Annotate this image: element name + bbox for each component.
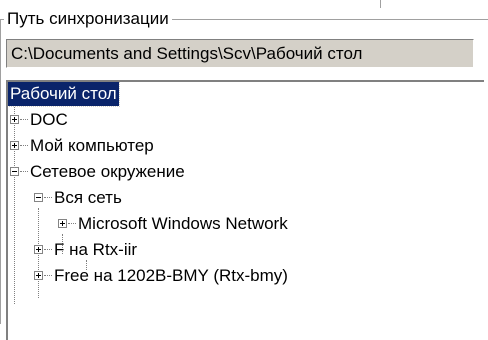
tree-connector [68, 223, 76, 224]
sync-path-group: Путь синхронизации C:\Documents and Sett… [0, 0, 488, 340]
group-frame-left [0, 19, 1, 324]
sync-path-field: C:\Documents and Settings\Scv\Рабочий ст… [6, 39, 474, 68]
collapse-minus-icon[interactable] [10, 167, 19, 176]
expand-plus-icon[interactable] [58, 219, 67, 228]
tree-connector [20, 171, 28, 172]
tree-node-label[interactable]: Вся сеть [52, 186, 124, 210]
expand-plus-icon[interactable] [34, 245, 43, 254]
tree-node-label[interactable]: F на Rtx-iir [52, 238, 139, 262]
tree-connector [44, 249, 52, 250]
tree-node-label[interactable]: Мой компьютер [28, 134, 156, 158]
folder-tree[interactable]: Рабочий стол DOC Мой компьютер Сетевое о… [6, 80, 484, 340]
tree-node-label[interactable]: Microsoft Windows Network [76, 212, 290, 236]
tree-connector [44, 275, 52, 276]
tree-node-label[interactable]: Сетевое окружение [28, 160, 187, 184]
collapse-minus-icon[interactable] [34, 193, 43, 202]
expand-plus-icon[interactable] [10, 141, 19, 150]
group-title: Путь синхронизации [4, 9, 172, 29]
group-frame-notch [380, 0, 381, 8]
tree-node-label[interactable]: DOC [28, 108, 70, 132]
tree-connector [44, 197, 52, 198]
tree-line-root [14, 104, 15, 304]
tree-connector [20, 145, 28, 146]
tree-node-label[interactable]: Free на 1202B-BMY (Rtx-bmy) [52, 264, 290, 288]
tree-connector [20, 119, 28, 120]
tree-node-label[interactable]: Рабочий стол [8, 82, 120, 107]
expand-plus-icon[interactable] [10, 115, 19, 124]
expand-plus-icon[interactable] [34, 271, 43, 280]
